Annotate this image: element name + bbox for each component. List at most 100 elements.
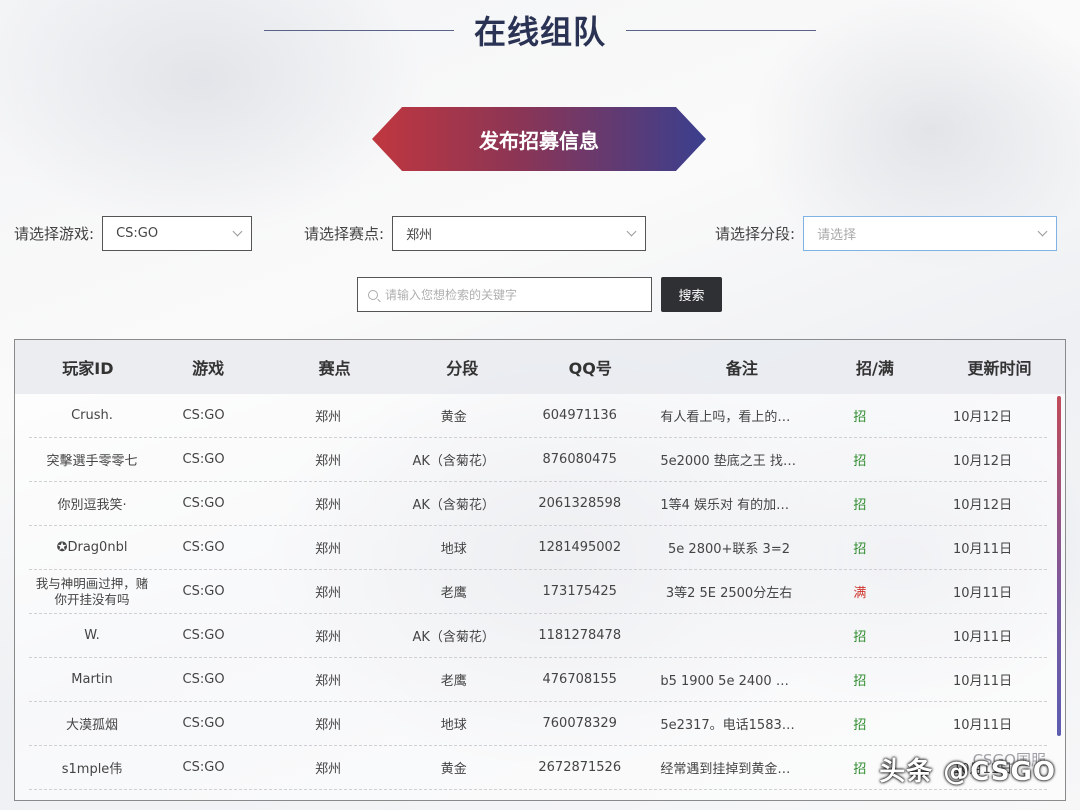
column-header-game: 游戏 xyxy=(192,359,225,378)
cell-updated: 10月11日 xyxy=(952,630,1013,645)
venue-select-value: 郑州 xyxy=(406,228,433,243)
table-row[interactable]: 你別逗我笑· CS:GO 郑州 AK（含菊花） 2061328598 1等4 娱乐对 有的… xyxy=(29,482,1047,526)
cell-note: 经常遇到挂掉到黄金了… xyxy=(660,762,802,777)
cell-note: 5e 2800+联系 3=2 xyxy=(668,542,790,557)
cell-note: 5e2317。电话1583796… xyxy=(660,718,801,733)
cell-qq: 876080475 xyxy=(542,452,617,467)
cell-player-id: Martin xyxy=(71,672,113,687)
cell-game: CS:GO xyxy=(182,408,225,423)
cell-game: CS:GO xyxy=(182,496,225,511)
cell-updated: 10月12日 xyxy=(952,498,1013,513)
venue-filter-label: 请选择赛点: xyxy=(304,225,385,243)
table-scrollbar[interactable] xyxy=(1057,396,1061,736)
cell-rank: AK（含菊花） xyxy=(412,630,495,645)
cell-player-id: ✪Drag0nbl xyxy=(56,540,128,555)
rank-select[interactable]: 请选择 xyxy=(803,216,1058,251)
table-row[interactable]: W. CS:GO 郑州 AK（含菊花） 1181278478 招 10月11日 xyxy=(29,614,1047,658)
cell-rank: 老鹰 xyxy=(440,586,467,601)
cell-qq: 760078329 xyxy=(542,716,617,731)
cell-rank: 黄金 xyxy=(440,762,467,777)
cell-updated: 10月12日 xyxy=(952,454,1013,469)
publish-recruitment-button[interactable]: 发布招募信息 xyxy=(372,107,706,171)
cell-game: CS:GO xyxy=(182,716,225,731)
watermark: 头条 @CSGO xyxy=(879,757,1056,787)
search-input[interactable] xyxy=(385,287,635,302)
cell-status: 招 xyxy=(853,498,867,513)
cell-rank: 老鹰 xyxy=(440,674,467,689)
cell-updated: 10月11日 xyxy=(952,718,1013,733)
cell-venue: 郑州 xyxy=(315,498,342,513)
column-header-venue: 赛点 xyxy=(318,359,351,378)
cell-player-id: 突擊選手零零七 xyxy=(46,454,138,469)
table-row[interactable]: ✪Drag0nbl CS:GO 郑州 地球 1281495002 5e 2800+联系 3… xyxy=(29,526,1047,570)
cell-updated: 10月11日 xyxy=(952,586,1013,601)
search-box[interactable] xyxy=(357,277,652,312)
search-button[interactable]: 搜索 xyxy=(661,277,722,312)
cell-venue: 郑州 xyxy=(315,586,342,601)
cell-status: 满 xyxy=(853,586,867,601)
column-header-updated: 更新时间 xyxy=(967,359,1032,378)
column-header-player-id: 玩家ID xyxy=(62,359,114,378)
cell-qq: 604971136 xyxy=(542,408,617,423)
table-header: 玩家ID 游戏 赛点 分段 QQ号 备注 招/满 更新时间 xyxy=(15,340,1065,394)
cell-rank: 地球 xyxy=(440,542,467,557)
page-header: 在线组队 xyxy=(0,8,1080,52)
rank-filter-label: 请选择分段: xyxy=(715,225,796,243)
cell-qq: 2672871526 xyxy=(538,760,622,775)
cell-venue: 郑州 xyxy=(315,762,342,777)
cell-venue: 郑州 xyxy=(315,542,342,557)
cell-player-id: 大漠孤烟 xyxy=(66,718,119,733)
table-row[interactable]: 大漠孤烟 CS:GO 郑州 地球 760078329 5e2317。电话1583796… 招… xyxy=(29,702,1047,746)
cell-rank: AK（含菊花） xyxy=(412,498,495,513)
table-row[interactable]: Crush. CS:GO 郑州 黄金 604971136 有人看上吗，看上的联… 招 10月1… xyxy=(29,394,1047,438)
cell-game: CS:GO xyxy=(182,540,225,555)
cell-game: CS:GO xyxy=(182,584,225,599)
cell-status: 招 xyxy=(853,718,867,733)
cell-rank: AK（含菊花） xyxy=(412,454,495,469)
cell-player-id: 我与神明画过押，赌你开挂没有吗 xyxy=(35,575,149,607)
game-select[interactable]: CS:GO xyxy=(102,216,253,251)
cell-player-id: Crush. xyxy=(71,408,113,423)
table-row[interactable]: 我与神明画过押，赌你开挂没有吗 CS:GO 郑州 老鹰 173175425 3等2 5E … xyxy=(29,570,1047,614)
title-divider-right xyxy=(626,29,816,31)
cell-status: 招 xyxy=(853,410,867,425)
cell-game: CS:GO xyxy=(182,628,225,643)
table-row[interactable]: Martin CS:GO 郑州 老鹰 476708155 b5 1900 5e 2400 … xyxy=(29,658,1047,702)
cell-rank: 地球 xyxy=(440,718,467,733)
cell-venue: 郑州 xyxy=(315,718,342,733)
cell-note: 3等2 5E 2500分左右 xyxy=(665,586,793,601)
table-body: Crush. CS:GO 郑州 黄金 604971136 有人看上吗，看上的联… 招 10月1… xyxy=(15,394,1065,790)
game-select-value: CS:GO xyxy=(116,226,159,241)
cell-note: b5 1900 5e 2400 求组 … xyxy=(660,674,802,689)
cell-qq: 2061328598 xyxy=(538,496,622,511)
cell-note: 有人看上吗，看上的联… xyxy=(660,410,802,425)
cell-venue: 郑州 xyxy=(315,630,342,645)
cell-qq: 173175425 xyxy=(542,584,617,599)
cell-venue: 郑州 xyxy=(315,454,342,469)
cell-qq: 476708155 xyxy=(542,672,617,687)
column-header-note: 备注 xyxy=(725,359,758,378)
cell-venue: 郑州 xyxy=(315,410,342,425)
cell-game: CS:GO xyxy=(182,760,225,775)
cell-updated: 10月11日 xyxy=(952,542,1013,557)
cell-game: CS:GO xyxy=(182,672,225,687)
page-title: 在线组队 xyxy=(473,13,606,51)
column-header-status: 招/满 xyxy=(855,359,894,378)
table-row[interactable]: 突擊選手零零七 CS:GO 郑州 AK（含菊花） 876080475 5e2000 垫底之… xyxy=(29,438,1047,482)
cell-venue: 郑州 xyxy=(315,674,342,689)
venue-select[interactable]: 郑州 xyxy=(392,216,647,251)
venue-filter: 请选择赛点: 郑州 xyxy=(304,216,647,251)
cell-note: 1等4 娱乐对 有的加我 … xyxy=(660,498,802,513)
cell-status: 招 xyxy=(853,542,867,557)
rank-filter: 请选择分段: 请选择 xyxy=(715,216,1058,251)
search-icon xyxy=(368,289,378,300)
cell-qq: 1281495002 xyxy=(538,540,622,555)
game-filter-label: 请选择游戏: xyxy=(14,225,95,243)
cell-note: 5e2000 垫底之王 找娱… xyxy=(660,454,802,469)
chevron-down-icon xyxy=(232,226,243,237)
cell-status: 招 xyxy=(853,630,867,645)
team-listing-table: 玩家ID 游戏 赛点 分段 QQ号 备注 招/满 更新时间 Crush. CS:G… xyxy=(14,339,1066,801)
cell-updated: 10月12日 xyxy=(952,410,1013,425)
title-divider-left xyxy=(263,29,454,31)
cell-player-id: s1mple伟 xyxy=(61,762,123,777)
